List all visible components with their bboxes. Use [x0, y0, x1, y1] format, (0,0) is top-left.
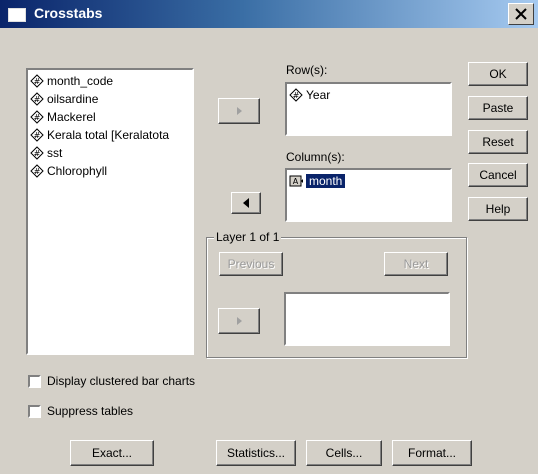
columns-label: Column(s): [286, 150, 345, 164]
numeric-scale-icon: # [30, 110, 44, 124]
numeric-scale-icon: # [30, 146, 44, 160]
variable-label: sst [47, 146, 63, 160]
list-item[interactable]: # sst [30, 144, 192, 162]
move-to-columns-button[interactable] [231, 192, 261, 214]
rows-label: Row(s): [286, 63, 328, 77]
cells-button[interactable]: Cells... [306, 440, 382, 466]
move-to-layer-button[interactable] [218, 308, 260, 334]
svg-text:#: # [34, 131, 41, 140]
next-button[interactable]: Next [384, 252, 448, 276]
format-button[interactable]: Format... [392, 440, 472, 466]
exact-button[interactable]: Exact... [70, 440, 154, 466]
variable-label: month_code [47, 74, 114, 88]
suppress-tables-label: Suppress tables [47, 404, 134, 418]
move-to-rows-button[interactable] [218, 98, 260, 124]
svg-text:#: # [293, 91, 300, 100]
source-variable-list[interactable]: # month_code # oilsardine # Mackerel # K… [26, 68, 194, 355]
rows-list[interactable]: # Year [285, 82, 452, 136]
statistics-button[interactable]: Statistics... [216, 440, 296, 466]
numeric-scale-icon: # [30, 74, 44, 88]
right-arrow-icon [236, 317, 242, 325]
list-item[interactable]: # oilsardine [30, 90, 192, 108]
close-icon [515, 8, 527, 20]
variable-label: Chlorophyll [47, 164, 108, 178]
svg-text:#: # [34, 167, 41, 176]
left-arrow-icon [243, 198, 249, 208]
list-item[interactable]: # Chlorophyll [30, 162, 192, 180]
list-item[interactable]: # Year [289, 86, 448, 104]
window-icon [8, 8, 26, 22]
paste-button[interactable]: Paste [468, 96, 528, 120]
variable-label: Mackerel [47, 110, 96, 124]
layer-label: Layer 1 of 1 [214, 230, 282, 244]
numeric-scale-icon: # [289, 88, 303, 102]
svg-text:#: # [34, 149, 41, 158]
list-item[interactable]: # Kerala total [Keralatota [30, 126, 192, 144]
columns-list[interactable]: A month [285, 168, 452, 222]
right-arrow-icon [236, 107, 242, 115]
reset-button[interactable]: Reset [468, 130, 528, 154]
list-item[interactable]: A month [289, 172, 448, 190]
close-button[interactable] [508, 3, 534, 25]
clustered-bar-label: Display clustered bar charts [47, 374, 196, 388]
numeric-scale-icon: # [30, 92, 44, 106]
clustered-bar-checkbox[interactable] [28, 375, 41, 388]
svg-text:#: # [34, 77, 41, 86]
ok-button[interactable]: OK [468, 62, 528, 86]
previous-button[interactable]: Previous [219, 252, 283, 276]
svg-text:#: # [34, 113, 41, 122]
svg-text:#: # [34, 95, 41, 104]
cancel-button[interactable]: Cancel [468, 163, 528, 187]
svg-text:A: A [293, 177, 299, 186]
list-item[interactable]: # month_code [30, 72, 192, 90]
help-button[interactable]: Help [468, 197, 528, 221]
variable-label: Kerala total [Keralatota [47, 128, 170, 142]
numeric-scale-icon: # [30, 128, 44, 142]
suppress-tables-checkbox[interactable] [28, 405, 41, 418]
window-title: Crosstabs [34, 5, 103, 21]
row-variable-label: Year [306, 88, 331, 102]
numeric-scale-icon: # [30, 164, 44, 178]
column-variable-label: month [306, 174, 346, 188]
layer-list[interactable] [284, 292, 450, 346]
list-item[interactable]: # Mackerel [30, 108, 192, 126]
variable-label: oilsardine [47, 92, 99, 106]
nominal-scale-icon: A [289, 175, 303, 187]
